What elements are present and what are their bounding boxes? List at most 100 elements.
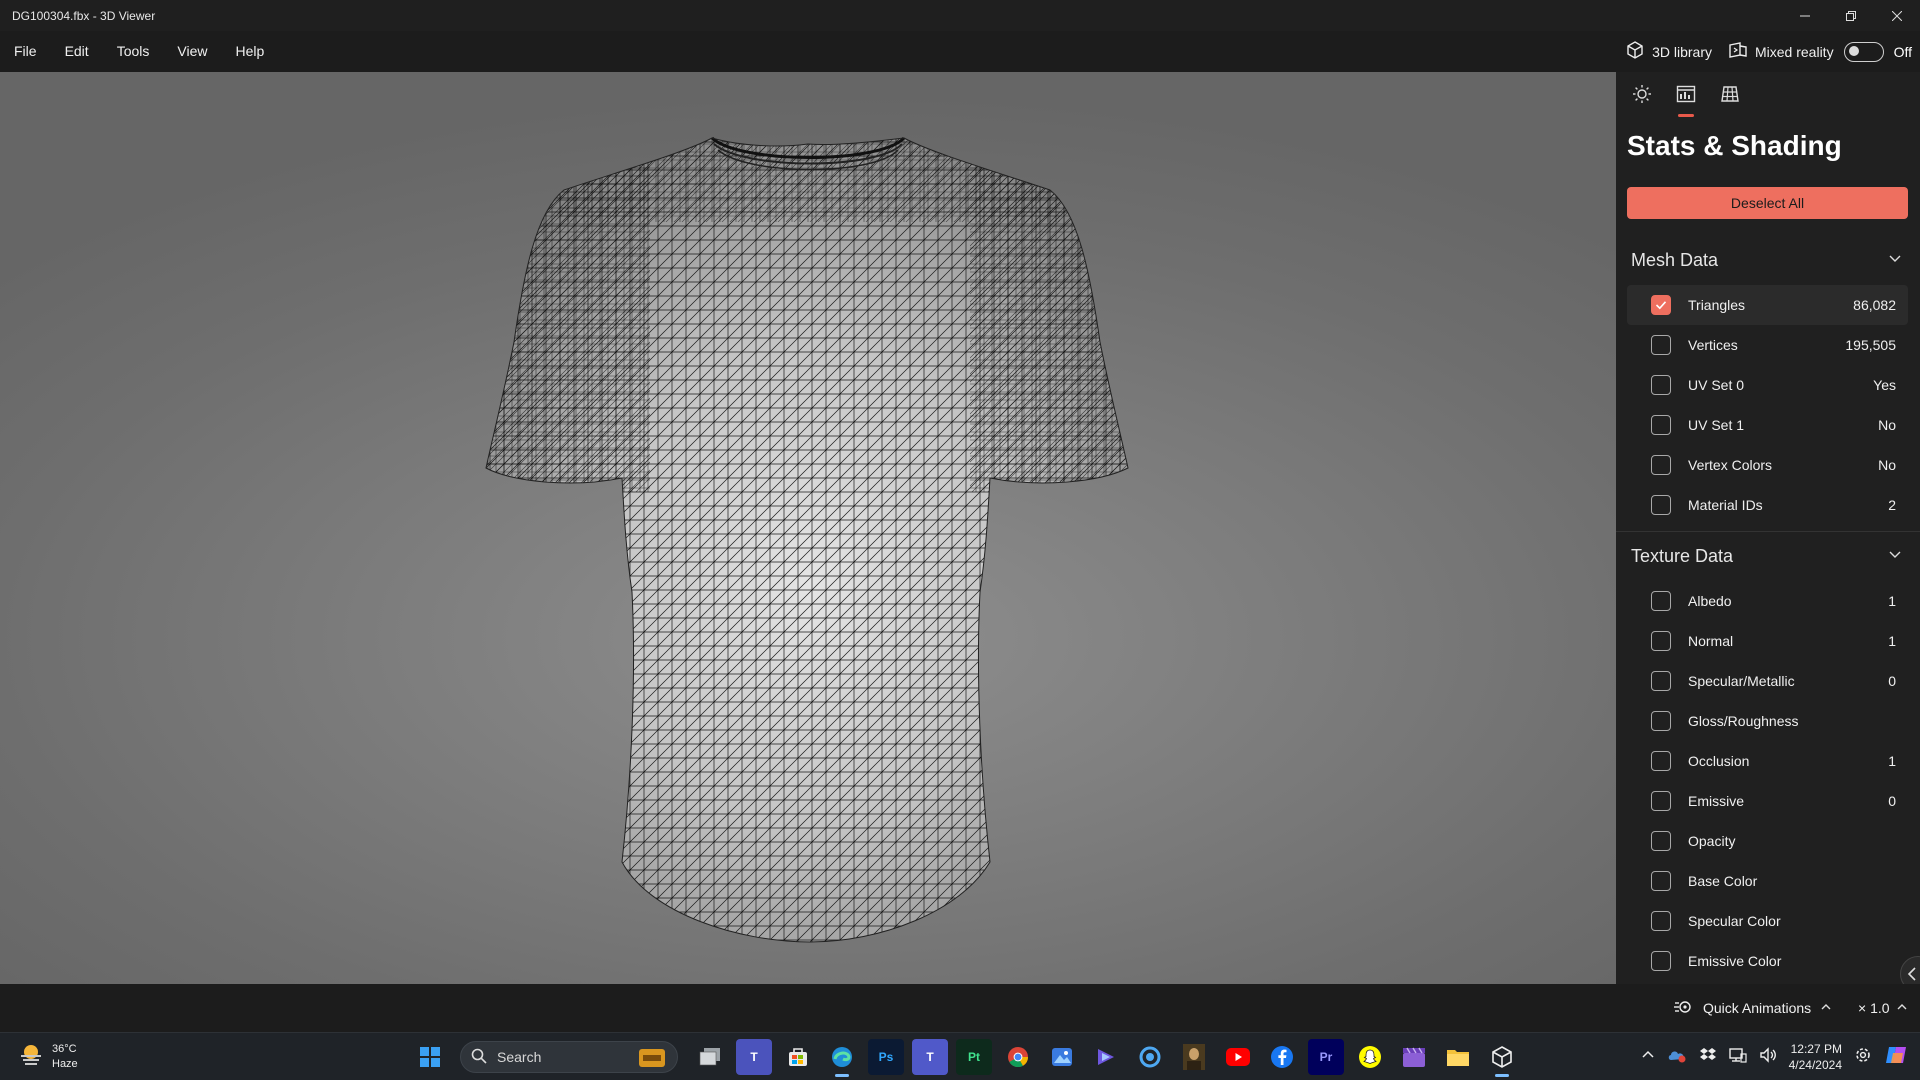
menu-tools[interactable]: Tools [103,31,164,72]
menu-help[interactable]: Help [221,31,278,72]
checkbox[interactable] [1651,335,1671,355]
teams-icon[interactable]: T [912,1039,948,1075]
menu-right-group: 3D library Mixed reality Off [1619,31,1912,72]
row-label: Occlusion [1688,753,1750,769]
taskbar-search[interactable]: Search [460,1041,678,1073]
search-highlight-icon [639,1049,665,1070]
row-value: 195,505 [1845,337,1896,353]
minimize-button[interactable] [1782,0,1828,31]
checkbox[interactable] [1651,751,1671,771]
mesh-row-uv-set-1[interactable]: UV Set 1 No [1627,405,1908,445]
close-button[interactable] [1874,0,1920,31]
checkbox[interactable] [1651,631,1671,651]
row-value: 1 [1888,593,1896,609]
substance-painter-icon[interactable]: Pt [956,1039,992,1075]
quick-animations-label: Quick Animations [1703,1000,1812,1016]
checkbox[interactable] [1651,871,1671,891]
3d-viewport[interactable] [0,72,1616,984]
mesh-row-uv-set-0[interactable]: UV Set 0 Yes [1627,365,1908,405]
clapperboard-icon[interactable] [1396,1039,1432,1075]
portrait-image-icon[interactable] [1176,1039,1212,1075]
mixed-reality-toggle[interactable] [1843,41,1884,62]
file-explorer-icon[interactable] [1440,1039,1476,1075]
tab-grid[interactable] [1714,80,1746,112]
row-label: Material IDs [1688,497,1763,513]
checkbox[interactable] [1651,951,1671,971]
menu-file[interactable]: File [0,31,51,72]
checkbox[interactable] [1651,495,1671,515]
checkbox[interactable] [1651,711,1671,731]
checkbox[interactable] [1651,911,1671,931]
checkbox[interactable] [1651,791,1671,811]
task-view-icon[interactable] [692,1039,728,1075]
row-label: Base Color [1688,873,1758,889]
menu-edit[interactable]: Edit [51,31,103,72]
weather-widget[interactable]: 36°C Haze [18,1041,78,1072]
playback-speed-button[interactable]: × 1.0 [1858,984,1908,1032]
checkbox[interactable] [1651,295,1671,315]
texture-row-emissive-color[interactable]: Emissive Color [1627,941,1908,981]
haze-sun-icon [18,1041,44,1072]
texture-row-albedo[interactable]: Albedo 1 [1627,581,1908,621]
taskbar: 36°C Haze Search T Ps T Pt Pr 12:27 PM 4… [0,1032,1920,1080]
edge-icon[interactable] [824,1039,860,1077]
onedrive-icon[interactable] [1667,1047,1687,1068]
mesh-row-vertices[interactable]: Vertices 195,505 [1627,325,1908,365]
notification-settings-icon[interactable] [1854,1046,1872,1069]
checkbox[interactable] [1651,415,1671,435]
restore-button[interactable] [1828,0,1874,31]
mesh-data-header[interactable]: Mesh Data [1616,235,1920,285]
chrome-icon[interactable] [1000,1039,1036,1075]
mixed-reality-button[interactable]: Mixed reality [1728,40,1834,63]
row-value: 2 [1888,497,1896,513]
taskbar-clock[interactable]: 12:27 PM 4/24/2024 [1789,1041,1842,1073]
menu-view[interactable]: View [163,31,221,72]
photoshop-icon[interactable]: Ps [868,1039,904,1075]
quick-animations-button[interactable]: Quick Animations [1674,984,1832,1032]
chevron-up-icon[interactable] [1641,1048,1655,1067]
teams-chat-icon[interactable]: T [736,1039,772,1075]
mesh-row-material-ids[interactable]: Material IDs 2 [1627,485,1908,525]
texture-row-opacity[interactable]: Opacity [1627,821,1908,861]
texture-row-emissive[interactable]: Emissive 0 [1627,781,1908,821]
deselect-all-button[interactable]: Deselect All [1627,187,1908,219]
photos-icon[interactable] [1044,1039,1080,1075]
copilot-icon[interactable] [1884,1043,1908,1072]
facebook-icon[interactable] [1264,1039,1300,1075]
mixed-reality-label: Mixed reality [1754,43,1834,60]
checkbox[interactable] [1651,591,1671,611]
checkbox[interactable] [1651,455,1671,475]
row-value: No [1878,457,1896,473]
settings-app-icon[interactable] [1132,1039,1168,1075]
youtube-icon[interactable] [1220,1039,1256,1075]
texture-row-specular-metallic[interactable]: Specular/Metallic 0 [1627,661,1908,701]
volume-icon[interactable] [1759,1046,1777,1068]
system-tray: 12:27 PM 4/24/2024 [1641,1033,1920,1080]
mesh-row-vertex-colors[interactable]: Vertex Colors No [1627,445,1908,485]
mesh-row-triangles[interactable]: Triangles 86,082 [1627,285,1908,325]
checkbox[interactable] [1651,831,1671,851]
start-button[interactable] [412,1039,448,1075]
texture-data-header[interactable]: Texture Data [1616,531,1920,581]
texture-row-occlusion[interactable]: Occlusion 1 [1627,741,1908,781]
chevron-down-icon [1888,251,1902,270]
checkbox[interactable] [1651,375,1671,395]
snapchat-icon[interactable] [1352,1039,1388,1075]
tab-lighting[interactable] [1626,80,1658,112]
network-icon[interactable] [1728,1047,1747,1068]
cube-icon [1625,40,1645,63]
checkbox[interactable] [1651,671,1671,691]
dropbox-icon[interactable] [1699,1047,1717,1068]
tab-stats-shading[interactable] [1670,80,1702,117]
3d-library-button[interactable]: 3D library [1625,40,1712,63]
texture-row-gloss-roughness[interactable]: Gloss/Roughness [1627,701,1908,741]
texture-row-base-color[interactable]: Base Color [1627,861,1908,901]
clipchamp-icon[interactable] [1088,1039,1124,1075]
texture-row-specular-color[interactable]: Specular Color [1627,901,1908,941]
texture-row-normal[interactable]: Normal 1 [1627,621,1908,661]
status-bar: Quick Animations × 1.0 [0,984,1920,1032]
microsoft-store-icon[interactable] [780,1039,816,1075]
window-title: DG100304.fbx - 3D Viewer [12,8,156,23]
premiere-pro-icon[interactable]: Pr [1308,1039,1344,1075]
3d-viewer-icon[interactable] [1484,1039,1520,1077]
